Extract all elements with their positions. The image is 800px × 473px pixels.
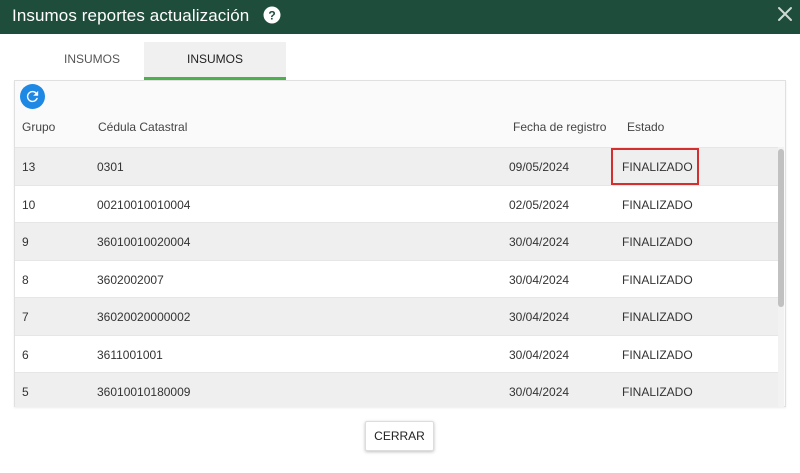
- tab-insumos[interactable]: INSUMOS: [40, 42, 144, 80]
- cell-grupo: 5: [22, 385, 29, 399]
- cell-fecha: 02/05/2024: [509, 197, 570, 212]
- cell-estado: FINALIZADO: [622, 235, 693, 249]
- cell-grupo: 6: [22, 347, 29, 362]
- cell-cedula: 0301: [97, 160, 124, 174]
- table-row[interactable]: 5 36010010180009 30/04/2024 FINALIZADO: [15, 372, 779, 407]
- cell-estado: FINALIZADO: [622, 197, 693, 212]
- table-row[interactable]: 10 00210010010004 02/05/2024 FINALIZADO: [15, 184, 779, 222]
- results-panel: Grupo Cédula Catastral Fecha de registro…: [14, 80, 786, 407]
- cell-fecha: 30/04/2024: [509, 310, 570, 324]
- table-row[interactable]: 13 0301 09/05/2024 FINALIZADO: [15, 147, 779, 185]
- close-icon[interactable]: [776, 5, 794, 23]
- cell-grupo: 9: [22, 235, 29, 249]
- table-row[interactable]: 8 3602002007 30/04/2024 FINALIZADO: [15, 259, 779, 297]
- table-body: 13 0301 09/05/2024 FINALIZADO 10 0021001…: [15, 147, 779, 407]
- table-header: Grupo Cédula Catastral Fecha de registro…: [15, 111, 787, 147]
- cell-fecha: 30/04/2024: [509, 272, 570, 287]
- column-header-grupo[interactable]: Grupo: [22, 120, 55, 134]
- column-header-cedula[interactable]: Cédula Catastral: [98, 120, 187, 134]
- dialog-title: Insumos reportes actualización: [12, 6, 250, 25]
- cell-grupo: 13: [22, 160, 36, 174]
- column-header-estado[interactable]: Estado: [627, 120, 664, 134]
- refresh-icon: [26, 90, 39, 103]
- table-row[interactable]: 6 3611001001 30/04/2024 FINALIZADO: [15, 334, 779, 372]
- scrollbar-thumb[interactable]: [778, 149, 784, 307]
- cell-grupo: 7: [22, 310, 29, 324]
- cell-estado: FINALIZADO: [622, 347, 693, 362]
- cell-cedula: 36020020000002: [97, 310, 191, 324]
- cell-cedula: 3611001001: [97, 347, 163, 362]
- cell-fecha: 30/04/2024: [509, 347, 570, 362]
- cell-estado: FINALIZADO: [622, 310, 693, 324]
- cell-fecha: 09/05/2024: [509, 160, 570, 174]
- close-button[interactable]: CERRAR: [365, 421, 434, 451]
- table-scrollbar[interactable]: [778, 147, 784, 407]
- svg-text:?: ?: [268, 9, 275, 23]
- cell-cedula: 3602002007: [97, 272, 164, 287]
- tab-bar: INSUMOS INSUMOS EJECUTADOS: [40, 42, 286, 100]
- cell-estado: FINALIZADO: [622, 160, 693, 174]
- cell-fecha: 30/04/2024: [509, 235, 570, 249]
- cell-estado: FINALIZADO: [622, 272, 693, 287]
- dialog-header: Insumos reportes actualización ?: [0, 0, 800, 34]
- refresh-button[interactable]: [20, 84, 45, 109]
- tab-insumos-ejecutados[interactable]: INSUMOS EJECUTADOS: [144, 42, 286, 100]
- table-row[interactable]: 9 36010010020004 30/04/2024 FINALIZADO: [15, 222, 779, 260]
- cell-grupo: 8: [22, 272, 29, 287]
- cell-cedula: 00210010010004: [97, 197, 191, 212]
- cell-grupo: 10: [22, 197, 36, 212]
- cell-fecha: 30/04/2024: [509, 385, 570, 399]
- cell-cedula: 36010010180009: [97, 385, 191, 399]
- table-row[interactable]: 7 36020020000002 30/04/2024 FINALIZADO: [15, 297, 779, 335]
- help-icon[interactable]: ?: [263, 6, 281, 24]
- column-header-fecha[interactable]: Fecha de registro: [513, 120, 606, 134]
- cell-cedula: 36010010020004: [97, 235, 191, 249]
- cell-estado: FINALIZADO: [622, 385, 693, 399]
